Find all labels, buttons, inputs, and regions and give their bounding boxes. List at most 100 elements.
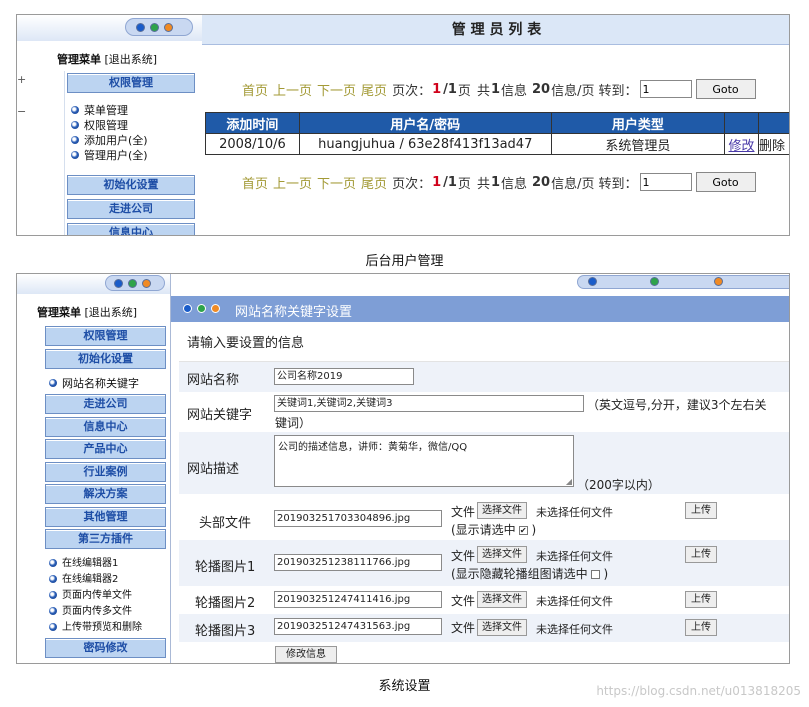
sidebar-item-add-user[interactable]: 添加用户(全) — [71, 133, 148, 148]
page-label: 页次： — [392, 83, 432, 99]
sidebar-item-single-upload[interactable]: 页面内传单文件 — [49, 588, 142, 604]
green-dot-icon — [650, 277, 659, 286]
carousel-3-input[interactable]: 201903251247431563.jpg — [274, 618, 442, 635]
collapse-plus-icon[interactable]: + — [17, 73, 26, 86]
page-label: 页次： — [392, 176, 432, 192]
per-page-count: 20 — [532, 81, 551, 97]
sidebar-nav: 权限管理 菜单管理 权限管理 添加用户(全) 管理用户(全) 初始化设置 走进公… — [64, 71, 198, 235]
sidebar-item-site-keywords[interactable]: 网站名称关键字 — [49, 376, 139, 391]
sidebar-item-multi-upload[interactable]: 页面内传多文件 — [49, 604, 142, 620]
choose-file-button[interactable]: 选择文件 — [477, 591, 527, 608]
goto-input[interactable] — [639, 80, 692, 98]
sidebar-item-solutions[interactable]: 解决方案 — [45, 484, 166, 504]
list-item-label: 页面内传单文件 — [62, 590, 132, 601]
bullet-icon — [71, 151, 79, 159]
next-page-link[interactable]: 下一页 — [317, 173, 356, 192]
last-page-link[interactable]: 尾页 — [361, 173, 387, 192]
goto-button[interactable]: Goto — [695, 79, 756, 99]
goto-label: 转到： — [598, 83, 638, 99]
sidebar-item-permission-manage[interactable]: 权限管理 — [71, 118, 148, 133]
description-label: 网站描述 — [187, 462, 240, 477]
keywords-label: 网站关键字 — [187, 408, 253, 423]
file-word: 文件 — [451, 594, 476, 608]
green-dot-icon — [150, 22, 159, 32]
menu-title: 管理菜单 — [57, 53, 101, 66]
bullet-icon — [49, 623, 57, 631]
edit-link[interactable]: 修改 — [724, 133, 759, 155]
choose-file-button[interactable]: 选择文件 — [477, 502, 527, 519]
goto-input[interactable] — [639, 173, 692, 191]
col-date: 添加时间 — [205, 112, 300, 134]
sidebar-item-permission[interactable]: 权限管理 — [67, 73, 195, 93]
first-page-link[interactable]: 首页 — [242, 80, 268, 99]
caption-admin-list: 后台用户管理 — [365, 254, 444, 269]
file-word: 文件 — [451, 549, 476, 563]
description-note: （200字以内） — [577, 478, 660, 492]
sidebar-item-about[interactable]: 走进公司 — [67, 199, 195, 219]
sidebar-item-manage-user[interactable]: 管理用户(全) — [71, 148, 148, 163]
show-header-checkbox[interactable]: ✔ — [518, 526, 528, 535]
last-page-link[interactable]: 尾页 — [361, 80, 387, 99]
col-edit — [724, 112, 759, 134]
prev-page-link[interactable]: 上一页 — [273, 173, 312, 192]
header-file-note-text: (显示请选中 — [451, 523, 516, 537]
goto-label: 转到： — [598, 176, 638, 192]
sidebar-item-other[interactable]: 其他管理 — [45, 507, 166, 527]
first-page-link[interactable]: 首页 — [242, 173, 268, 192]
carousel-2-input[interactable]: 201903251247411416.jpg — [274, 591, 442, 608]
bullet-icon — [49, 559, 57, 567]
logout-link[interactable]: [退出系统] — [85, 306, 138, 319]
show-carousel-checkbox[interactable] — [590, 570, 600, 579]
keywords-input[interactable]: 关键词1,关键词2,关键词3 — [274, 395, 584, 412]
sidebar-item-menu-manage[interactable]: 菜单管理 — [71, 103, 148, 118]
logout-link[interactable]: [退出系统] — [105, 53, 158, 66]
total-label: 共 — [476, 176, 490, 192]
header-file-input[interactable]: 201903251703304896.jpg — [274, 510, 442, 527]
submit-button[interactable]: 修改信息 — [275, 646, 337, 663]
sidebar: 管理菜单 [退出系统] 权限管理 初始化设置 网站名称关键字 走进公司 信息中心… — [17, 274, 170, 663]
sidebar-item-editor-1[interactable]: 在线编辑器1 — [49, 556, 142, 572]
upload-button[interactable]: 上传 — [685, 619, 717, 636]
window-dots-right — [577, 275, 789, 289]
sidebar-item-plugins[interactable]: 第三方插件 — [45, 529, 166, 549]
sidebar-item-editor-2[interactable]: 在线编辑器2 — [49, 572, 142, 588]
goto-button[interactable]: Goto — [695, 172, 756, 192]
sidebar-item-products[interactable]: 产品中心 — [45, 439, 166, 459]
total-label: 共 — [476, 83, 490, 99]
close-paren: ) — [603, 567, 609, 581]
carousel-1-input[interactable]: 201903251238111766.jpg — [274, 554, 442, 571]
sidebar-item-password[interactable]: 密码修改 — [45, 638, 166, 658]
sidebar-item-cases[interactable]: 行业案例 — [45, 462, 166, 482]
header-dots — [183, 304, 220, 313]
sidebar-item-init[interactable]: 初始化设置 — [67, 175, 195, 195]
upload-button[interactable]: 上传 — [685, 502, 717, 519]
page-total: /1 — [443, 81, 457, 97]
upload-button[interactable]: 上传 — [685, 546, 717, 563]
menu-header: 管理菜单 [退出系统] — [57, 51, 157, 67]
window-dots — [105, 275, 165, 291]
table-row: 2008/10/6 huangjuhua / 63e28f413f13ad47 … — [205, 133, 789, 155]
plugin-list: 在线编辑器1 在线编辑器2 页面内传单文件 页面内传多文件 上传带预览和删除 — [49, 556, 142, 636]
sidebar-item-about[interactable]: 走进公司 — [45, 394, 166, 414]
description-textarea[interactable]: 公司的描述信息，讲师：黄菊华，微信/QQ ◢ — [274, 435, 574, 487]
site-name-input[interactable]: 公司名称2019 — [274, 368, 414, 385]
upload-button[interactable]: 上传 — [685, 591, 717, 608]
admin-list-panel: 管理菜单 [退出系统] + − 权限管理 菜单管理 权限管理 添加用户(全) 管… — [16, 14, 790, 236]
list-item-label: 添加用户(全) — [84, 134, 148, 147]
sidebar-item-init[interactable]: 初始化设置 — [45, 349, 166, 369]
choose-file-button[interactable]: 选择文件 — [477, 619, 527, 636]
sidebar-divider — [170, 274, 171, 663]
list-item-label: 在线编辑器2 — [62, 574, 119, 585]
sidebar-item-permission[interactable]: 权限管理 — [45, 326, 166, 346]
delete-link[interactable]: 删除 — [758, 133, 789, 155]
sidebar-item-news[interactable]: 信息中心 — [67, 223, 195, 235]
page-unit: 页 — [457, 176, 471, 192]
choose-file-button[interactable]: 选择文件 — [477, 546, 527, 563]
sidebar-item-preview-upload[interactable]: 上传带预览和删除 — [49, 620, 142, 636]
collapse-minus-icon[interactable]: − — [17, 105, 26, 118]
next-page-link[interactable]: 下一页 — [317, 80, 356, 99]
prev-page-link[interactable]: 上一页 — [273, 80, 312, 99]
menu-title: 管理菜单 — [37, 306, 81, 319]
section-title: 网站名称关键字设置 — [235, 305, 353, 320]
sidebar-item-news[interactable]: 信息中心 — [45, 417, 166, 437]
